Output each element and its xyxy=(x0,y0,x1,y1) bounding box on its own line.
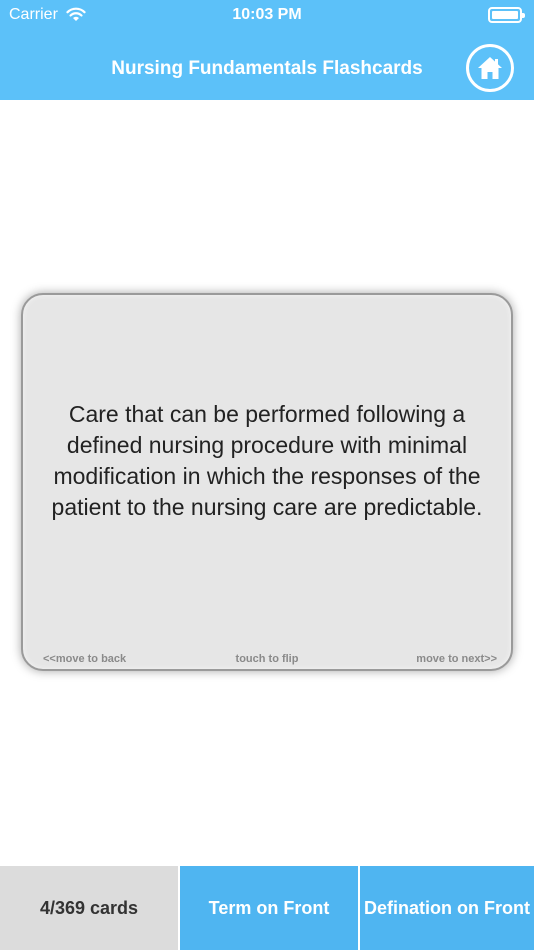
flashcard[interactable]: Care that can be performed following a d… xyxy=(21,293,513,671)
battery-icon xyxy=(488,7,525,23)
header: Carrier 10:03 PM Nursing Fundamentals Fl… xyxy=(0,0,534,100)
status-time: 10:03 PM xyxy=(232,6,302,23)
definition-on-front-button[interactable]: Defination on Front xyxy=(358,866,534,950)
home-button[interactable] xyxy=(466,44,514,92)
hint-move-next: move to next>> xyxy=(416,653,497,665)
bottom-toolbar: 4/369 cards Term on Front Defination on … xyxy=(0,866,534,950)
card-count: 4/369 cards xyxy=(0,866,178,950)
home-icon xyxy=(478,57,502,79)
flashcard-text: Care that can be performed following a d… xyxy=(51,401,483,520)
battery-fill xyxy=(492,11,518,19)
status-bar: Carrier 10:03 PM xyxy=(0,0,534,30)
term-on-front-button[interactable]: Term on Front xyxy=(178,866,358,950)
page-title: Nursing Fundamentals Flashcards xyxy=(111,58,423,79)
screen: Carrier 10:03 PM Nursing Fundamentals Fl… xyxy=(0,0,534,950)
